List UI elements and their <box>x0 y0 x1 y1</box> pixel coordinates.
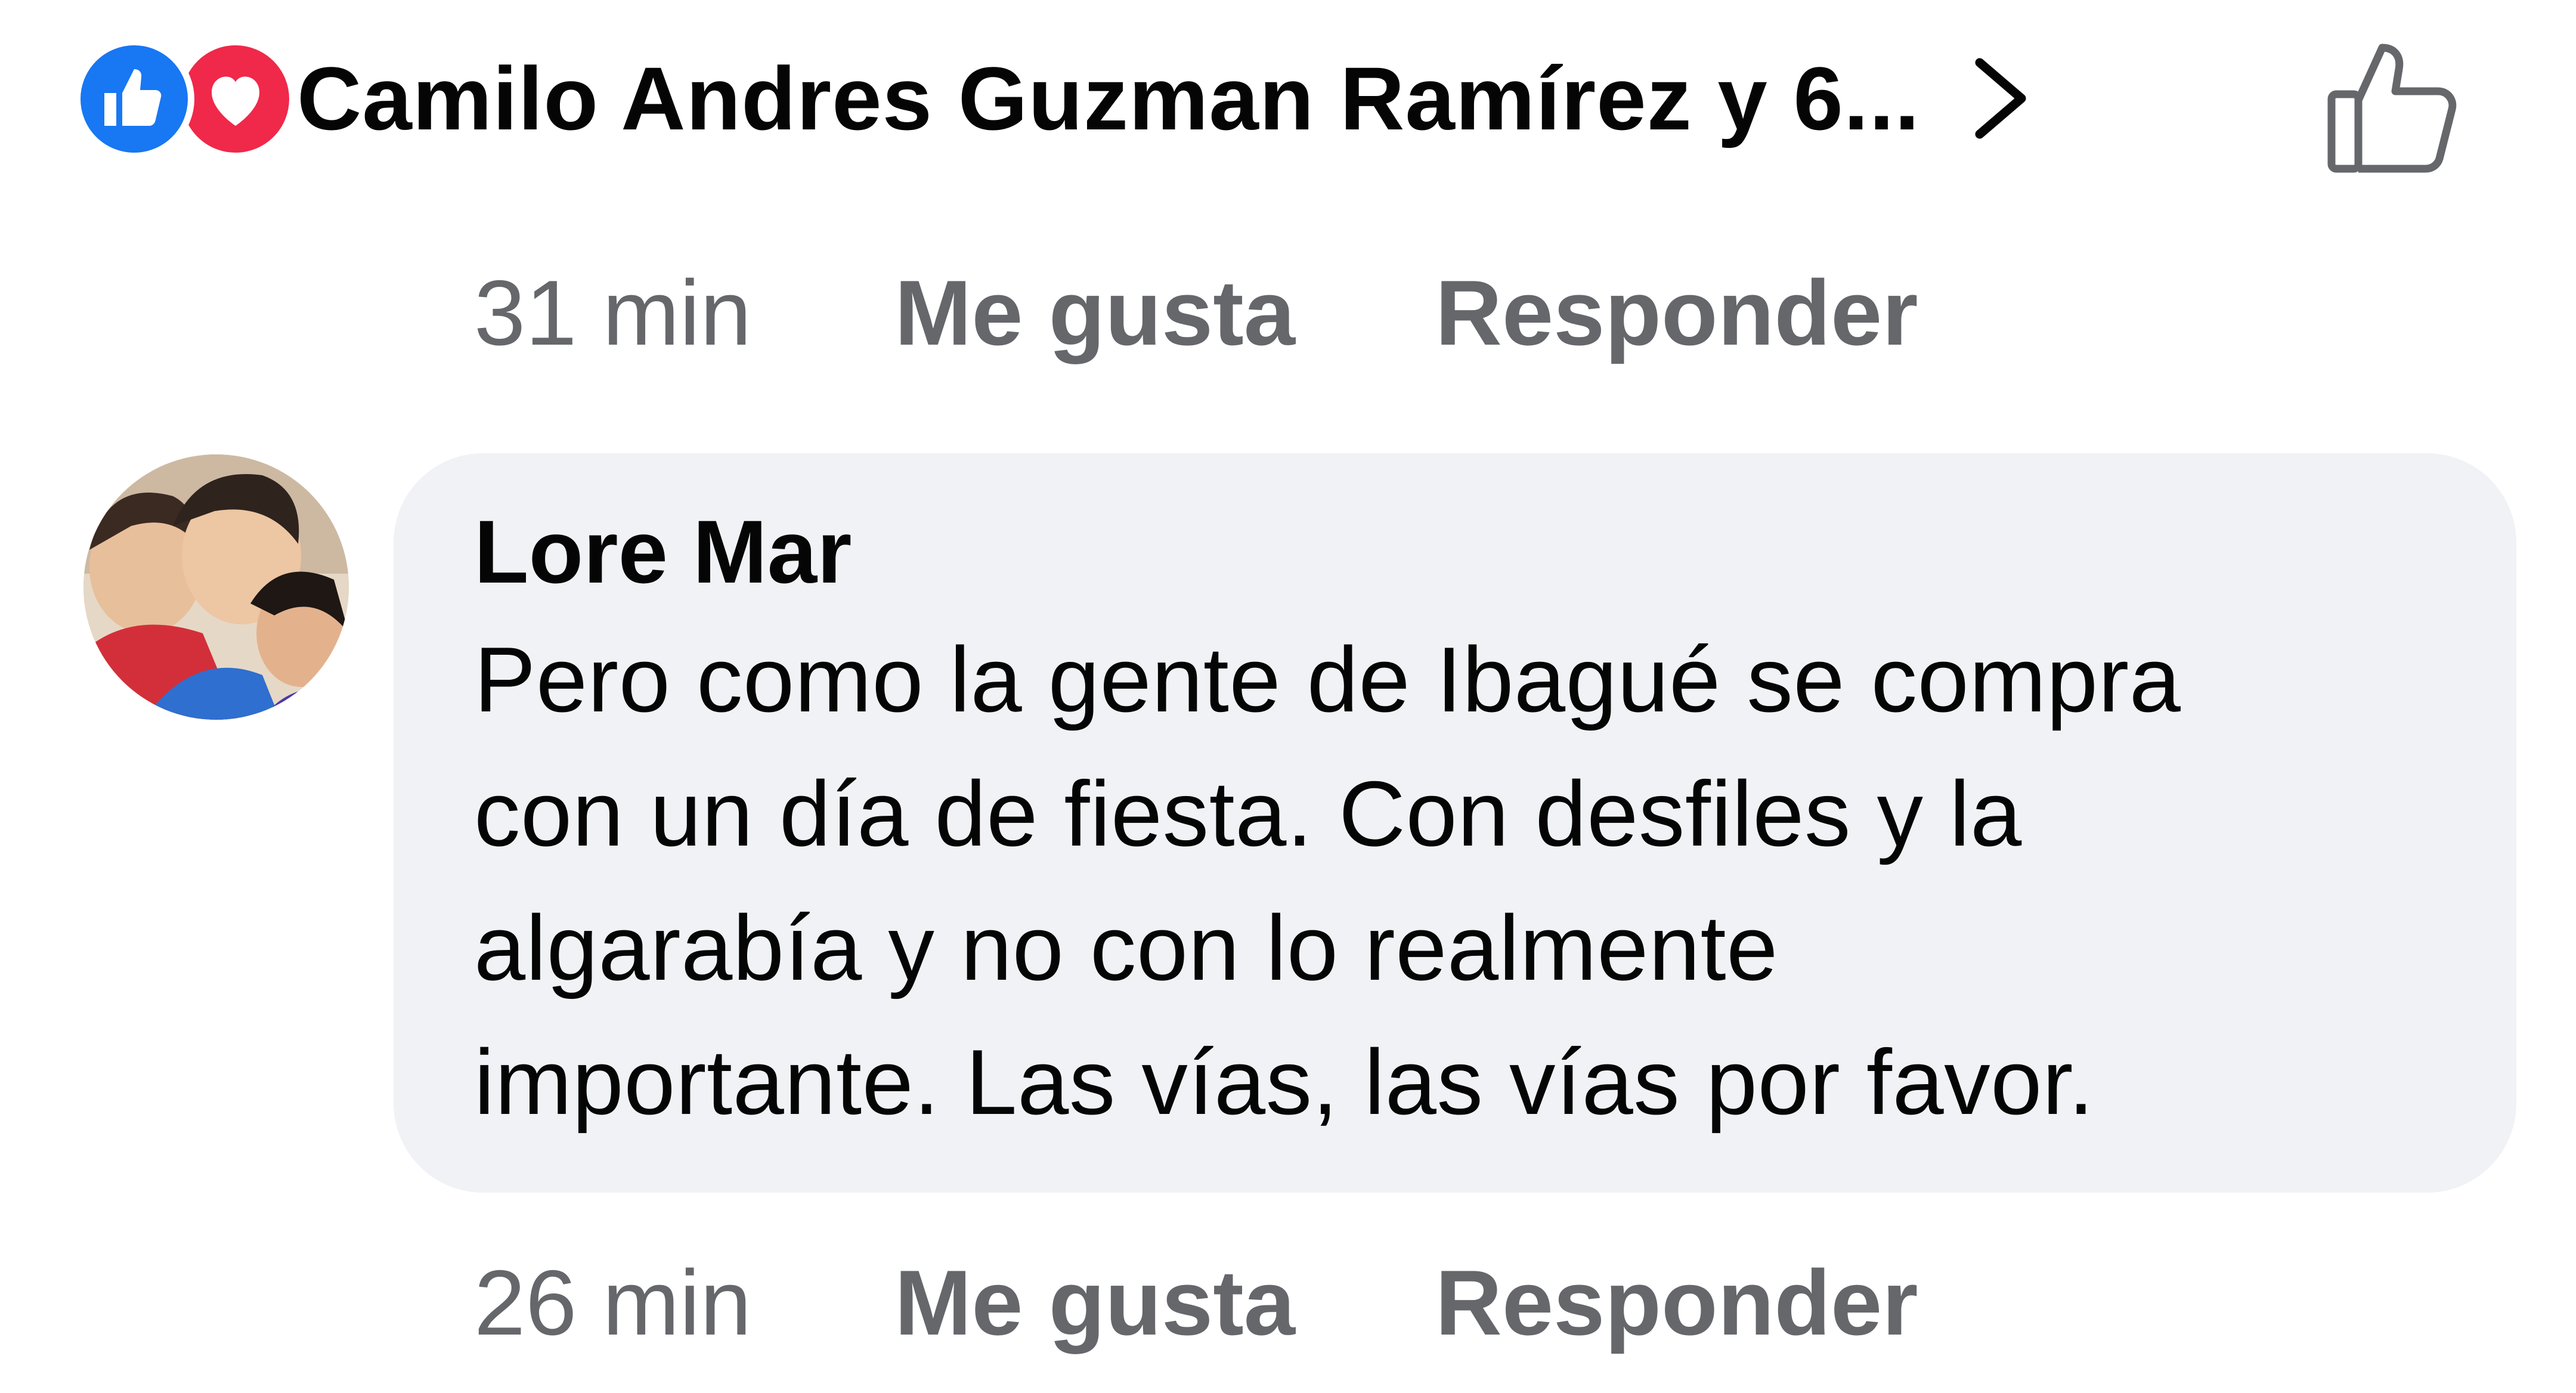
avatar[interactable] <box>83 454 349 720</box>
comment-author[interactable]: Lore Mar <box>474 498 2445 605</box>
like-outline-icon[interactable] <box>2317 29 2472 184</box>
comment-actions-previous: 31 min Me gusta Responder <box>474 259 1918 367</box>
like-button[interactable]: Me gusta <box>894 260 1295 366</box>
comment-text: Pero como la gente de Ibagué se compra c… <box>474 628 2181 1134</box>
chevron-right-icon[interactable] <box>1968 54 2045 143</box>
reply-button[interactable]: Responder <box>1435 1250 1918 1356</box>
like-button[interactable]: Me gusta <box>894 1250 1295 1356</box>
comment-actions: 26 min Me gusta Responder <box>474 1249 1918 1357</box>
comment-timestamp: 31 min <box>474 261 752 364</box>
reactions-summary[interactable]: Camilo Andres Guzman Ramírez y 6... <box>74 33 2459 164</box>
comment-timestamp: 26 min <box>474 1251 752 1354</box>
reaction-icons <box>74 39 296 159</box>
comment-bubble[interactable]: Lore Mar Pero como la gente de Ibagué se… <box>394 453 2516 1193</box>
thumbs-up-icon <box>74 39 194 159</box>
reply-button[interactable]: Responder <box>1435 260 1918 366</box>
reactions-names[interactable]: Camilo Andres Guzman Ramírez y 6... <box>297 47 1920 150</box>
